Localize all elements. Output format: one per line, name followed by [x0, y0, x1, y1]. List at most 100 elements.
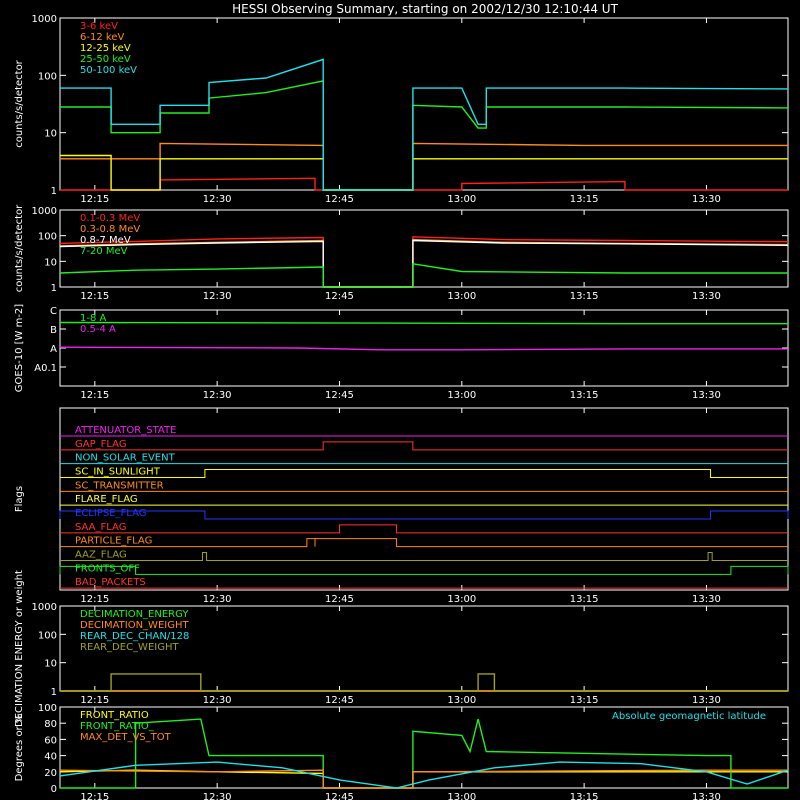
x-tick-label: 13:00	[447, 194, 476, 205]
y-tick-label: 100	[38, 703, 57, 714]
panel-3: GOES-10 [W m-2] 12:15 12:30 12:45 13:00 13:15…	[14, 304, 789, 401]
series-line	[59, 761, 789, 789]
x-tick-label: 12:30	[203, 792, 232, 800]
series-line	[60, 58, 789, 191]
x-tick-label: 12:30	[203, 390, 232, 401]
flag-trace	[60, 469, 788, 478]
panel-frame	[59, 17, 789, 191]
flag-label: ECLIPSE_FLAG	[75, 508, 146, 519]
x-tick-label: 13:30	[692, 194, 721, 205]
x-tick-label: 12:30	[203, 291, 232, 302]
flag-label: BAD_PACKETS	[75, 577, 146, 588]
x-tick-label: 13:00	[447, 792, 476, 800]
legend-entry: 0.3-0.8 MeV	[80, 224, 140, 235]
y-tick-label: C	[50, 306, 57, 317]
y-tick-label: 1000	[32, 602, 57, 613]
legend-entry: 0.8-7 MeV	[80, 235, 131, 246]
y-tick-label: 1	[51, 186, 57, 197]
legend-entry: REAR_DEC_WEIGHT	[80, 642, 179, 653]
flag-label: GAP_FLAG	[75, 439, 127, 450]
x-tick-label: 13:30	[692, 792, 721, 800]
legend-entry: 3-6 keV	[80, 21, 118, 32]
series-line	[60, 673, 788, 692]
x-tick-label: 13:30	[692, 390, 721, 401]
x-tick-label: 12:45	[325, 390, 354, 401]
legend-entry: 0.1-0.3 MeV	[80, 213, 140, 224]
y-axis-label: Degrees or %	[14, 714, 25, 782]
x-tick-label: 13:15	[570, 594, 599, 605]
legend-entry: FRONT_RATIO_	[80, 721, 155, 732]
y-tick-label: 80	[44, 719, 57, 730]
y-tick-label: A	[50, 344, 57, 355]
y-tick-label: 100	[38, 630, 57, 641]
series-line	[59, 346, 788, 351]
series-line	[59, 769, 788, 789]
y-axis-label: GOES-10 [W m-2]	[14, 304, 25, 392]
y-tick-label: 10	[44, 659, 57, 670]
legend-entry: FRONT_RATIO	[80, 710, 149, 721]
x-tick-label: 12:15	[80, 390, 109, 401]
y-tick-label: 1	[51, 687, 57, 698]
flag-label: SAA_FLAG	[75, 522, 126, 533]
y-tick-label: 100	[38, 71, 57, 82]
flag-trace	[60, 552, 788, 561]
x-tick-label: 12:15	[80, 291, 109, 302]
flag-label: FRONTS_OFF	[75, 563, 140, 574]
flag-trace	[59, 565, 789, 575]
y-tick-label: B	[50, 325, 57, 336]
y-axis-label: Flags	[14, 486, 25, 512]
x-tick-label: 12:15	[80, 594, 109, 605]
legend-entry: 1-8 A	[80, 313, 107, 324]
flag-trace	[60, 441, 788, 451]
x-tick-label: 13:00	[447, 594, 476, 605]
y-axis-label: counts/s/detector	[14, 204, 25, 292]
legend-entry: 25-50 keV	[80, 54, 131, 65]
panel-4: Flags 12:15 12:30 12:45 13:00 13:15 13:30 ATTEN…	[14, 407, 789, 605]
legend-entry: 0.5-4 A	[80, 324, 116, 335]
x-tick-label: 13:15	[570, 792, 599, 800]
series-line	[60, 154, 788, 191]
x-tick-label: 13:15	[570, 291, 599, 302]
annotation: Absolute geomagnetic latitude	[612, 711, 766, 722]
series-line	[59, 321, 788, 325]
x-tick-label: 12:15	[80, 695, 109, 706]
x-tick-label: 13:15	[570, 390, 599, 401]
series-line	[59, 262, 788, 288]
series-line	[60, 142, 788, 191]
x-tick-label: 12:15	[80, 792, 109, 800]
flag-label: NON_SOLAR_EVENT	[75, 453, 176, 464]
legend-entry: MAX_DET_VS_TOT	[80, 732, 172, 743]
series-line	[60, 718, 788, 789]
flag-label: AAZ_FLAG	[75, 550, 127, 561]
x-tick-label: 12:45	[325, 792, 354, 800]
legend-entry: 50-100 keV	[80, 65, 137, 76]
hessi-summary-chart: HESSI Observing Summary, starting on 200…	[14, 2, 789, 800]
panel-5: DECIMATION ENERGY or weight 12:15 12:30 12:…	[14, 570, 789, 727]
y-axis-label: counts/s/detector	[14, 59, 25, 147]
y-tick-label: 40	[44, 752, 57, 763]
y-tick-label: A0.1	[34, 363, 57, 374]
legend-entry: DECIMATION_WEIGHT	[80, 620, 189, 631]
x-tick-label: 13:15	[570, 695, 599, 706]
y-tick-label: 10	[44, 129, 57, 140]
y-axis-label: DECIMATION ENERGY or weight	[14, 570, 25, 727]
series-line	[60, 80, 789, 191]
x-tick-label: 12:45	[325, 291, 354, 302]
y-tick-label: 1	[51, 283, 57, 294]
series-line	[60, 177, 788, 191]
flag-label: ATTENUATOR_STATE	[75, 425, 176, 436]
legend-entry: DECIMATION_ENERGY	[80, 609, 189, 620]
x-tick-label: 12:30	[203, 594, 232, 605]
y-tick-label: 10	[44, 257, 57, 268]
panel-2: counts/s/detector 12:15 12:30 12:45 13:00 13:…	[14, 204, 789, 302]
flag-trace	[60, 524, 788, 534]
x-tick-label: 12:45	[325, 594, 354, 605]
panel-frame	[59, 209, 789, 288]
y-tick-label: 1000	[32, 14, 57, 25]
x-tick-label: 13:15	[570, 194, 599, 205]
legend-entry: REAR_DEC_CHAN/128	[80, 631, 189, 642]
x-tick-label: 13:00	[447, 695, 476, 706]
legend-entry: 7-20 MeV	[80, 246, 128, 257]
series-line	[59, 769, 788, 789]
chart-title: HESSI Observing Summary, starting on 200…	[232, 2, 618, 16]
